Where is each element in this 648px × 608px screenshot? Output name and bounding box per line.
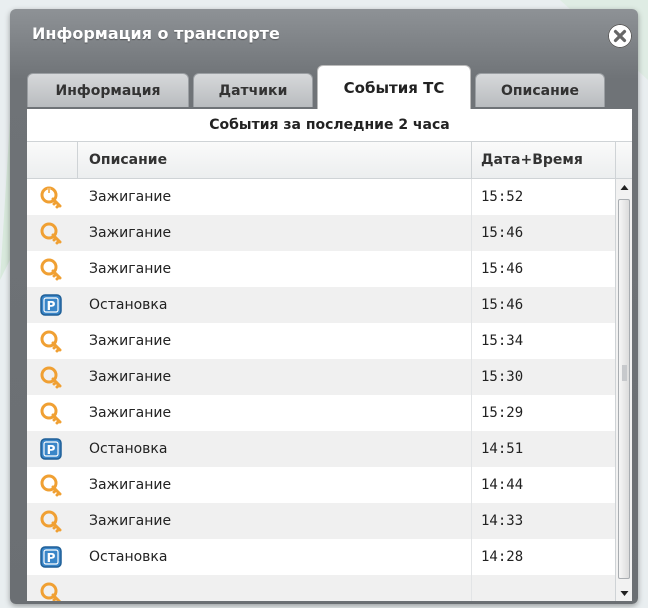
event-description: Зажигание [89,225,172,241]
event-description: Зажигание [89,405,172,421]
event-time: 15:46 [481,297,524,313]
scrollbar-thumb[interactable] [618,199,630,579]
table-row[interactable]: Зажигание 15:30 [27,359,615,395]
parking-icon: P [40,546,62,568]
table-row[interactable]: Зажигание 14:33 [27,503,615,539]
table-row[interactable]: Зажигание 15:46 [27,215,615,251]
events-list: Зажигание 15:52 Зажигание 15:46 Зажигани… [27,179,615,601]
scroll-down-button[interactable] [616,585,632,601]
tab-description[interactable]: Описание [475,73,605,107]
table-row[interactable]: P Остановка 15:46 [27,287,615,323]
tab-vehicle-events[interactable]: События ТС [317,65,471,109]
event-description: Зажигание [89,513,172,529]
ignition-key-icon [40,582,62,601]
table-row[interactable] [27,575,615,601]
panel-subtitle: События за последние 2 часа [209,117,450,133]
ignition-key-icon [40,222,62,245]
table-row[interactable]: Зажигание 15:34 [27,323,615,359]
event-description: Остановка [89,549,168,565]
ignition-key-icon [40,402,62,425]
event-description: Остановка [89,441,168,457]
table-row[interactable]: P Остановка 14:28 [27,539,615,575]
event-description: Зажигание [89,333,172,349]
event-description: Зажигание [89,369,172,385]
svg-text:P: P [47,443,56,457]
vertical-scrollbar[interactable] [615,179,632,601]
column-header-description[interactable]: Описание [89,142,167,178]
event-time: 14:51 [481,441,524,457]
event-time: 15:34 [481,333,524,349]
event-description: Остановка [89,297,168,313]
ignition-key-icon [40,186,62,209]
grid-header: Описание Дата+Время [27,142,632,179]
close-button[interactable] [608,24,632,48]
vehicle-info-window: Информация о транспорте Информация Датчи… [10,9,638,604]
event-time: 15:46 [481,261,524,277]
event-description: Зажигание [89,261,172,277]
table-row[interactable]: Зажигание 15:52 [27,179,615,215]
event-time: 14:44 [481,477,524,493]
ignition-key-icon [40,366,62,389]
column-header-datetime[interactable]: Дата+Время [481,142,583,178]
table-row[interactable]: Зажигание 15:29 [27,395,615,431]
svg-text:P: P [47,299,56,313]
arrow-up-icon [620,185,629,190]
ignition-key-icon [40,330,62,353]
scroll-up-button[interactable] [616,179,632,196]
event-time: 15:30 [481,369,524,385]
event-time: 15:52 [481,189,524,205]
table-row[interactable]: P Остановка 14:51 [27,431,615,467]
parking-icon: P [40,294,62,316]
event-time: 15:29 [481,405,524,421]
parking-icon: P [40,438,62,460]
event-description: Зажигание [89,477,172,493]
svg-text:P: P [47,551,56,565]
window-title: Информация о транспорте [32,24,280,43]
ignition-key-icon [40,510,62,533]
close-icon [609,25,631,47]
events-grid: Описание Дата+Время Зажигание 15:52 Зажи… [27,141,632,601]
events-panel: События за последние 2 часа Описание Дат… [27,109,632,601]
table-row[interactable]: Зажигание 15:46 [27,251,615,287]
tab-sensors[interactable]: Датчики [193,73,313,107]
arrow-down-icon [620,591,629,596]
event-time: 14:28 [481,549,524,565]
tab-information[interactable]: Информация [27,73,189,107]
event-time: 14:33 [481,513,524,529]
ignition-key-icon [40,474,62,497]
event-time: 15:46 [481,225,524,241]
table-row[interactable]: Зажигание 14:44 [27,467,615,503]
event-description: Зажигание [89,189,172,205]
window-titlebar[interactable]: Информация о транспорте [10,9,638,59]
ignition-key-icon [40,258,62,281]
